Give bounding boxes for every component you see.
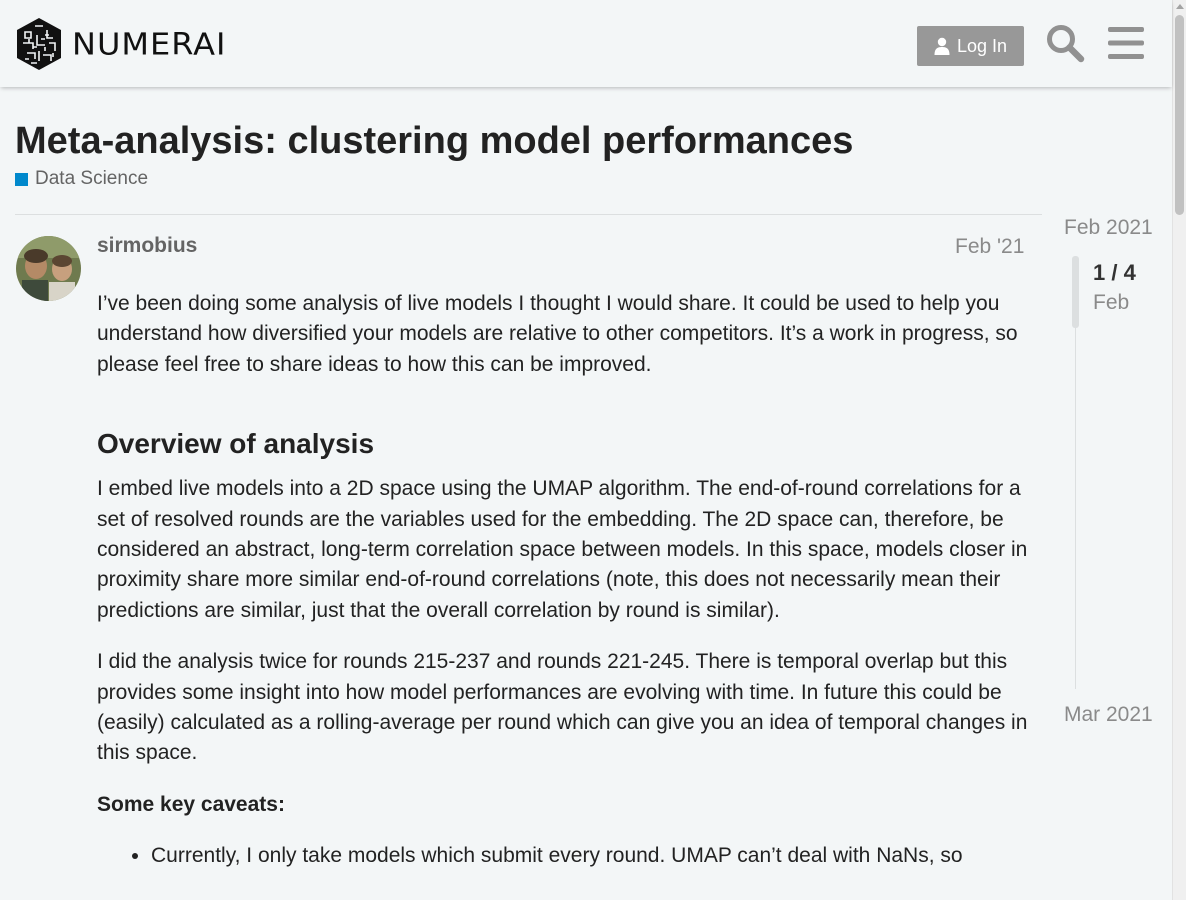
logo-text: NUMERAI — [72, 25, 227, 63]
timeline-start-date[interactable]: Feb 2021 — [1064, 216, 1153, 240]
timeline-current-month: Feb — [1093, 291, 1130, 314]
log-in-label: Log In — [956, 35, 1008, 56]
post-paragraph-2: I did the analysis twice for rounds 215-… — [97, 650, 1028, 765]
hamburger-menu-icon[interactable] — [1107, 25, 1145, 61]
post-author[interactable]: sirmobius — [97, 234, 197, 258]
page-scrollbar[interactable] — [1172, 0, 1186, 900]
search-icon[interactable] — [1045, 23, 1085, 63]
timeline-post-count: 1 / 4 — [1093, 260, 1136, 285]
user-icon — [934, 37, 950, 55]
post-date[interactable]: Feb '21 — [955, 235, 1024, 259]
numerai-logo-mark-icon — [17, 18, 61, 70]
avatar-image — [16, 236, 81, 301]
log-in-button[interactable]: Log In — [917, 26, 1024, 66]
author-avatar[interactable] — [16, 236, 81, 301]
category-badge[interactable]: Data Science — [15, 168, 148, 190]
numerai-logo[interactable]: NUMERAI — [15, 17, 226, 71]
title-divider — [15, 214, 1042, 215]
timeline-handle[interactable] — [1072, 256, 1079, 328]
timeline-end-date[interactable]: Mar 2021 — [1064, 703, 1153, 727]
category-label: Data Science — [35, 168, 149, 189]
list-item: Currently, I only take models which subm… — [151, 841, 1032, 871]
post-intro: I’ve been doing some analysis of live mo… — [97, 292, 1018, 376]
site-header: NUMERAI Log In — [0, 0, 1172, 87]
section-heading: Overview of analysis — [97, 428, 375, 460]
scroll-up-arrow-icon[interactable] — [1176, 4, 1184, 9]
caveats-heading: Some key caveats: — [97, 792, 285, 816]
post-body: I’ve been doing some analysis of live mo… — [97, 289, 1032, 876]
category-color-square — [15, 172, 28, 186]
post-paragraph-1: I embed live models into a 2D space usin… — [97, 477, 1028, 622]
caveats-list: Currently, I only take models which subm… — [151, 841, 1032, 871]
scroll-thumb[interactable] — [1175, 15, 1184, 215]
topic-title[interactable]: Meta-analysis: clustering model performa… — [15, 120, 853, 163]
